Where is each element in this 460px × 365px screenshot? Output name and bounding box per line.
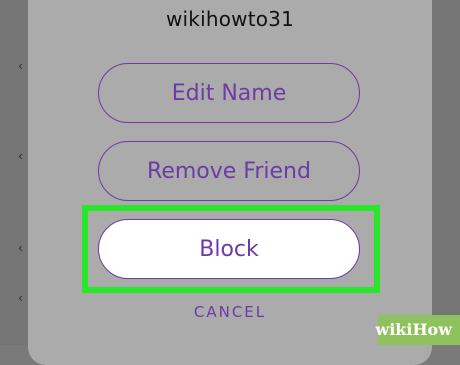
block-button[interactable]: Block bbox=[98, 219, 360, 279]
wikihow-logo: wikiHow bbox=[375, 320, 452, 339]
remove-friend-button[interactable]: Remove Friend bbox=[98, 141, 360, 201]
chevron-left-icon: ‹ bbox=[18, 149, 23, 163]
sheet-title-username: wikihowto31 bbox=[165, 7, 295, 31]
wikihow-watermark: wikiHow bbox=[375, 315, 460, 345]
chevron-left-icon: ‹ bbox=[18, 59, 23, 73]
edit-name-button[interactable]: Edit Name bbox=[98, 63, 360, 123]
chevron-left-icon: ‹ bbox=[18, 241, 23, 255]
